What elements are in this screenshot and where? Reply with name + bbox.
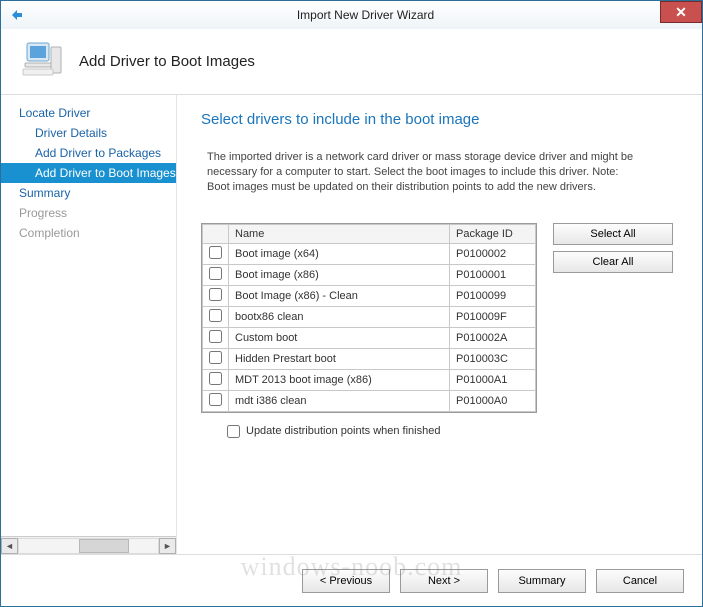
table-row[interactable]: bootx86 cleanP010009F (203, 306, 536, 327)
sidebar-item-completion[interactable]: Completion (1, 223, 176, 243)
wizard-header: Add Driver to Boot Images (1, 29, 702, 95)
row-package-id: P010002A (450, 327, 536, 348)
wizard-footer: < Previous Next > Summary Cancel (1, 554, 702, 606)
row-name: Boot image (x64) (229, 243, 450, 264)
row-name: Custom boot (229, 327, 450, 348)
update-distribution-checkbox[interactable] (227, 425, 240, 438)
row-name: MDT 2013 boot image (x86) (229, 369, 450, 390)
window-title: Import New Driver Wizard (29, 8, 702, 22)
row-checkbox[interactable] (209, 351, 222, 364)
scroll-thumb[interactable] (79, 539, 129, 553)
sidebar-item-locate-driver[interactable]: Locate Driver (1, 103, 176, 123)
app-icon (5, 3, 29, 27)
summary-button[interactable]: Summary (498, 569, 586, 593)
sidebar-item-add-driver-to-packages[interactable]: Add Driver to Packages (1, 143, 176, 163)
row-checkbox[interactable] (209, 288, 222, 301)
boot-images-table: Name Package ID Boot image (x64)P0100002… (201, 223, 537, 413)
wizard-content: Select drivers to include in the boot im… (177, 95, 702, 554)
wizard-steps-sidebar: Locate DriverDriver DetailsAdd Driver to… (1, 95, 177, 554)
table-row[interactable]: Hidden Prestart bootP010003C (203, 348, 536, 369)
row-package-id: P0100001 (450, 264, 536, 285)
row-package-id: P0100002 (450, 243, 536, 264)
page-title: Add Driver to Boot Images (79, 53, 255, 70)
row-name: Boot Image (x86) - Clean (229, 285, 450, 306)
row-package-id: P010003C (450, 348, 536, 369)
row-checkbox[interactable] (209, 309, 222, 322)
table-row[interactable]: MDT 2013 boot image (x86)P01000A1 (203, 369, 536, 390)
table-row[interactable]: Boot Image (x86) - CleanP0100099 (203, 285, 536, 306)
row-name: Boot image (x86) (229, 264, 450, 285)
sidebar-item-driver-details[interactable]: Driver Details (1, 123, 176, 143)
row-checkbox[interactable] (209, 372, 222, 385)
row-name: mdt i386 clean (229, 390, 450, 411)
column-checkbox[interactable] (203, 224, 229, 243)
cancel-button[interactable]: Cancel (596, 569, 684, 593)
sidebar-item-add-driver-to-boot-images[interactable]: Add Driver to Boot Images (1, 163, 176, 183)
close-button[interactable]: ✕ (660, 1, 702, 23)
next-button[interactable]: Next > (400, 569, 488, 593)
table-row[interactable]: mdt i386 cleanP01000A0 (203, 390, 536, 411)
sidebar-item-progress[interactable]: Progress (1, 203, 176, 223)
table-row[interactable]: Boot image (x64)P0100002 (203, 243, 536, 264)
row-checkbox[interactable] (209, 246, 222, 259)
wizard-window: Import New Driver Wizard ✕ Add Driver to… (0, 0, 703, 607)
content-heading: Select drivers to include in the boot im… (201, 111, 678, 128)
row-package-id: P0100099 (450, 285, 536, 306)
scroll-track[interactable] (18, 538, 159, 554)
clear-all-button[interactable]: Clear All (553, 251, 673, 273)
scroll-right-icon[interactable]: ► (159, 538, 176, 554)
sidebar-scrollbar[interactable]: ◄ ► (1, 536, 176, 554)
table-row[interactable]: Custom bootP010002A (203, 327, 536, 348)
sidebar-item-summary[interactable]: Summary (1, 183, 176, 203)
previous-button[interactable]: < Previous (302, 569, 390, 593)
close-icon: ✕ (675, 4, 687, 21)
row-package-id: P01000A1 (450, 369, 536, 390)
row-checkbox[interactable] (209, 267, 222, 280)
table-row[interactable]: Boot image (x86)P0100001 (203, 264, 536, 285)
column-name[interactable]: Name (229, 224, 450, 243)
row-name: bootx86 clean (229, 306, 450, 327)
row-checkbox[interactable] (209, 330, 222, 343)
update-distribution-label: Update distribution points when finished (246, 425, 440, 437)
scroll-left-icon[interactable]: ◄ (1, 538, 18, 554)
select-all-button[interactable]: Select All (553, 223, 673, 245)
computer-icon (21, 37, 65, 86)
row-package-id: P01000A0 (450, 390, 536, 411)
update-distribution-row: Update distribution points when finished (201, 425, 678, 438)
titlebar: Import New Driver Wizard ✕ (1, 1, 702, 29)
content-description: The imported driver is a network card dr… (201, 150, 678, 195)
row-name: Hidden Prestart boot (229, 348, 450, 369)
row-package-id: P010009F (450, 306, 536, 327)
row-checkbox[interactable] (209, 393, 222, 406)
column-package-id[interactable]: Package ID (450, 224, 536, 243)
